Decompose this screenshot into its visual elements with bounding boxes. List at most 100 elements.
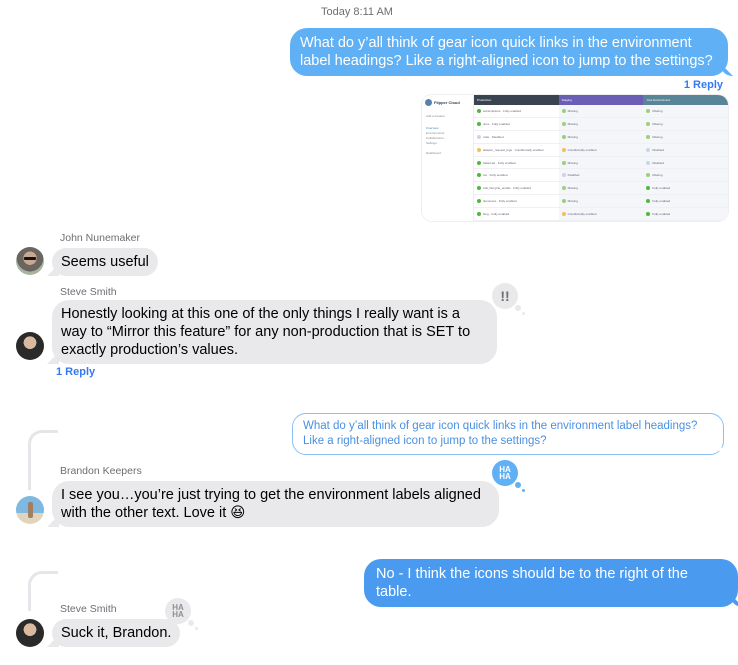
embedded-table-cell: ots · Fully enabled	[474, 169, 559, 181]
status-dot-icon	[646, 212, 651, 217]
status-dot-icon	[646, 147, 651, 152]
tapback-exclamation-icon[interactable]: !!	[492, 283, 525, 315]
tapback-glyph: !!	[500, 288, 510, 304]
received-message-bubble[interactable]: I see you…you’re just trying to get the …	[52, 481, 499, 527]
status-dot-icon	[477, 121, 481, 126]
cell-text: Disabled	[567, 173, 580, 178]
tapback-glyph: HA HA	[172, 603, 184, 619]
embedded-table-row: ots · Fully enabled Disabled Missing	[474, 169, 728, 183]
sunglasses-shape	[24, 257, 36, 260]
conversation-timestamp: Today 8:11 AM	[0, 6, 738, 18]
status-dot-icon	[477, 160, 481, 165]
embedded-table-header: Production Staging Your Environment	[474, 95, 728, 105]
quoted-original-message[interactable]: What do y’all think of gear icon quick l…	[292, 413, 724, 455]
embedded-table-cell: Missing	[558, 117, 644, 130]
status-dot-icon	[561, 108, 566, 113]
embedded-table-cell: adapter_request_logs · Conditionally ena…	[474, 144, 559, 156]
embedded-sidebar-item: Overview	[426, 126, 439, 130]
cell-text: ots · Fully enabled	[483, 173, 508, 178]
message-text: No - I think the icons should be to the …	[376, 566, 688, 600]
tapback-haha-icon[interactable]: HA HA	[492, 460, 525, 492]
sent-message-bubble[interactable]: No - I think the icons should be to the …	[364, 559, 738, 607]
embedded-table-cell: Missing	[558, 182, 644, 195]
cell-text: trial_lifecycle_emails · Fully enabled	[483, 186, 532, 191]
embedded-table-cell: subscriptions · Fully enabled	[474, 105, 559, 117]
status-dot-icon	[561, 173, 566, 178]
status-dot-icon	[477, 186, 481, 191]
sender-name: Brandon Keepers	[60, 465, 142, 477]
status-dot-icon	[477, 147, 481, 152]
embedded-feature-table: Production Staging Your Environment subs…	[474, 95, 728, 221]
avatar-steve-smith[interactable]	[16, 619, 44, 647]
embedded-table-cell: Missing	[643, 169, 728, 182]
embedded-table-cell: Fully enabled	[643, 195, 728, 208]
embedded-table-cell: Disabled	[558, 169, 644, 182]
tapback-haha-icon[interactable]: HA HA	[165, 598, 198, 630]
sender-name: Steve Smith	[60, 286, 117, 298]
cell-text: Fully enabled	[652, 199, 671, 204]
embedded-sidebar-item: Dashboard	[426, 151, 441, 155]
column-header-your-environment: Your Environment	[643, 95, 728, 105]
received-message-bubble[interactable]: Honestly looking at this one of the only…	[52, 300, 497, 364]
status-dot-icon	[561, 134, 566, 139]
status-dot-icon	[646, 160, 651, 165]
embedded-table-cell: Missing	[558, 130, 644, 143]
received-message-bubble[interactable]: Suck it, Brandon.	[52, 619, 181, 647]
cell-text: Missing	[652, 134, 663, 139]
status-dot-icon	[646, 108, 651, 113]
embedded-table-cell: Missing	[558, 105, 644, 117]
message-text: What do y’all think of gear icon quick l…	[300, 35, 713, 69]
status-dot-icon	[477, 212, 481, 217]
cell-text: Fully enabled	[652, 186, 671, 191]
app-logo-icon	[425, 99, 432, 106]
status-dot-icon	[561, 160, 566, 165]
cell-text: subscriptions · Fully enabled	[483, 108, 522, 113]
message-text: Honestly looking at this one of the only…	[61, 306, 471, 358]
sent-message-bubble[interactable]: What do y’all think of gear icon quick l…	[290, 28, 728, 76]
status-dot-icon	[561, 199, 566, 204]
thread-connector	[28, 571, 58, 611]
timestamp-text: Today 8:11 AM	[321, 6, 393, 18]
status-dot-icon	[561, 186, 566, 191]
embedded-table-cell: document · Fully enabled	[474, 195, 559, 207]
status-dot-icon	[561, 147, 566, 152]
status-dot-icon	[646, 199, 651, 204]
cell-text: Missing	[567, 199, 578, 204]
reply-count-link[interactable]: 1 Reply	[684, 79, 723, 91]
image-attachment[interactable]: Flipper Cloud Add a Feature Overview Env…	[422, 95, 728, 221]
embedded-table-cell: blog · Fully enabled	[474, 208, 559, 220]
received-message-bubble[interactable]: Seems useful	[52, 248, 158, 276]
status-dot-icon	[477, 134, 481, 139]
embedded-table-cell: vsite · Disabled	[474, 131, 559, 143]
embedded-app-name: Flipper Cloud	[434, 100, 460, 105]
avatar-brandon-keepers[interactable]	[16, 496, 44, 524]
reply-count-link[interactable]: 1 Reply	[56, 366, 95, 378]
status-dot-icon	[561, 121, 566, 126]
embedded-table-cell: Missing	[558, 156, 644, 169]
column-header-staging: Staging	[558, 95, 644, 105]
cell-text: Missing	[567, 134, 578, 139]
embedded-sidebar-item: Add a Feature	[426, 114, 446, 118]
embedded-table-cell: Fully enabled	[643, 182, 728, 195]
cell-text: adapter_request_logs · Conditionally ena…	[483, 147, 544, 152]
cell-text: Missing	[567, 186, 578, 191]
embedded-table-cell: Disabled	[643, 143, 728, 156]
status-dot-icon	[646, 186, 651, 191]
avatar-steve-smith[interactable]	[16, 332, 44, 360]
cell-text: Fully enabled	[652, 212, 671, 217]
embedded-table-row: subscriptions · Fully enabled Missing Miss…	[474, 105, 728, 118]
cell-text: Missing	[652, 108, 663, 113]
avatar-john-nunemaker[interactable]	[16, 247, 44, 275]
embedded-table-cell: Missing	[643, 117, 728, 130]
sender-name: John Nunemaker	[60, 232, 140, 244]
embedded-table-row: balanced · Fully enabled Missing Disabled	[474, 156, 728, 170]
embedded-table-row: adapter_request_logs · Conditionally ena…	[474, 143, 728, 157]
cell-text: document · Fully enabled	[483, 199, 517, 204]
person-figure	[28, 502, 33, 518]
cell-text: Conditionally enabled	[567, 212, 597, 217]
cell-text: vsite · Disabled	[483, 134, 504, 139]
cell-text: Conditionally enabled	[567, 147, 597, 152]
embedded-sidebar: Flipper Cloud Add a Feature Overview Env…	[422, 95, 474, 221]
embedded-table-cell: Conditionally enabled	[558, 208, 644, 221]
cell-text: Missing	[567, 108, 578, 113]
